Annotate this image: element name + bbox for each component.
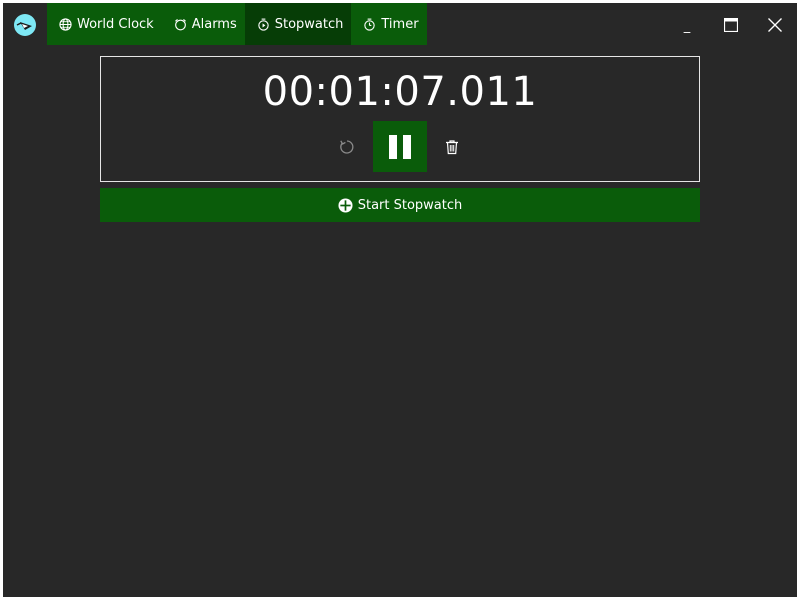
start-stopwatch-button[interactable]: Start Stopwatch xyxy=(100,188,700,222)
globe-icon xyxy=(59,17,72,31)
timer-icon xyxy=(364,18,376,31)
trash-icon xyxy=(446,140,458,155)
pause-icon xyxy=(389,134,411,159)
minimize-button[interactable]: _ xyxy=(665,3,709,46)
reset-icon xyxy=(340,140,354,154)
close-button[interactable] xyxy=(753,3,797,46)
tab-bar: World Clock Alarms Stopwatch Timer xyxy=(47,3,427,45)
maximize-button[interactable] xyxy=(709,3,753,46)
stopwatch-panel: 00:01:07.011 xyxy=(100,56,700,182)
elapsed-time-display: 00:01:07.011 xyxy=(262,69,538,115)
tab-stopwatch[interactable]: Stopwatch xyxy=(244,3,352,45)
maximize-icon xyxy=(724,17,738,32)
stopwatch-icon xyxy=(258,18,269,31)
title-bar: World Clock Alarms Stopwatch Timer _ xyxy=(3,3,797,46)
tab-world-clock[interactable]: World Clock xyxy=(47,3,162,45)
tab-alarms[interactable]: Alarms xyxy=(161,3,245,45)
reset-button[interactable] xyxy=(333,135,361,159)
tab-world-clock-label: World Clock xyxy=(77,16,154,32)
pause-button[interactable] xyxy=(373,121,427,172)
window-controls: _ xyxy=(665,3,797,46)
tab-timer[interactable]: Timer xyxy=(351,3,427,45)
tab-timer-label: Timer xyxy=(381,16,419,32)
delete-button[interactable] xyxy=(438,135,466,159)
minimize-icon: _ xyxy=(683,19,691,34)
clock-bird-logo-icon xyxy=(14,14,36,36)
tab-alarms-label: Alarms xyxy=(191,16,237,32)
app-window: World Clock Alarms Stopwatch Timer _ 00:… xyxy=(3,3,797,597)
tab-stopwatch-label: Stopwatch xyxy=(274,16,344,32)
alarm-clock-icon xyxy=(174,18,186,30)
stopwatch-controls xyxy=(101,121,699,173)
plus-circle-icon xyxy=(338,197,353,213)
start-stopwatch-label: Start Stopwatch xyxy=(357,197,463,213)
close-icon xyxy=(768,17,782,32)
